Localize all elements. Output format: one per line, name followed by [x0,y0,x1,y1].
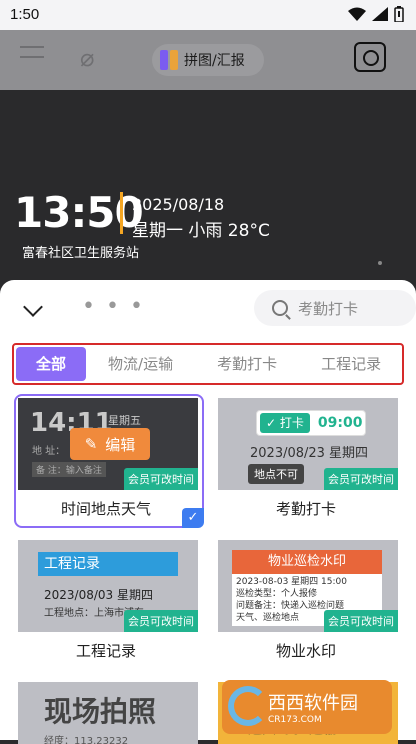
thumb-weekday: 星期五 [108,414,141,427]
template-card-attendance[interactable]: ✓ 打卡 09:00 2023/08/23 星期四 地点不可 会员可改时间 考勤… [214,394,398,524]
edit-label: 编辑 [105,435,136,454]
search-icon [272,300,288,316]
punch-pill: ✓ 打卡 09:00 [256,410,366,436]
template-thumbnail: ✓ 打卡 09:00 2023/08/23 星期四 地点不可 会员可改时间 [218,398,398,490]
thumb-line1: 地 址： [32,446,66,457]
more-options-button[interactable]: • • • [82,294,145,319]
template-card-time-place-weather[interactable]: 14:11 星期五 地 址： 备 注：输入备注 ✎ 编辑 会员可改时间 时间地点… [14,394,198,524]
member-badge: 会员可改时间 [324,468,398,490]
template-label: 工程记录 [75,642,136,660]
thumb-line2: 备 注：输入备注 [32,462,106,477]
template-search-input[interactable]: 考勤打卡 [254,290,416,326]
pencil-icon: ✎ [84,435,98,453]
tab-attendance[interactable]: 考勤打卡 [195,347,299,381]
thumb-line: 经度：113.23232 [44,736,129,744]
status-icons [348,6,404,22]
template-card-engineering-record[interactable]: 工程记录 2023/08/03 星期四 工程地点：上海市浦东... 会员可改时间… [14,536,198,666]
site-watermark-logo: 西西软件园 CR173.COM [222,680,392,734]
tab-all[interactable]: 全部 [16,347,87,381]
logo-c-icon [228,686,268,726]
thumb-line2: 巡检类型：个人报修 [236,589,318,599]
template-card-property-watermark[interactable]: 物业巡检水印 2023-08-03 星期四 15:00 巡检类型：个人报修 问题… [214,536,398,666]
menu-icon[interactable] [20,46,46,68]
member-badge: 会员可改时间 [324,610,398,632]
thumb-title: 工程记录 [38,552,178,576]
thumb-title: 现场拍照 [44,695,157,728]
battery-icon [394,6,404,22]
watermark-divider [120,192,123,234]
edit-template-button[interactable]: ✎ 编辑 [70,428,150,460]
template-label: 时间地点天气 [60,500,151,518]
punch-label: ✓ 打卡 [260,413,310,433]
tab-logistics[interactable]: 物流/运输 [86,347,195,381]
collage-icon [160,50,178,70]
watermark-weather: 星期一 小雨 28°C [132,221,270,241]
page-indicator [378,261,382,265]
signal-icon [372,7,388,21]
thumb-title: 物业巡检水印 [232,550,382,574]
watermark-time: 13:50 [14,188,144,237]
status-time: 1:50 [10,6,40,23]
thumb-line1: 2023-08-03 星期四 15:00 [236,577,347,587]
member-badge: 会员可改时间 [124,610,198,632]
thumb-location: 地点不可 [248,464,304,484]
search-placeholder: 考勤打卡 [298,299,359,318]
template-label: 考勤打卡 [275,500,336,518]
collapse-chevron-icon[interactable] [23,297,43,317]
collage-label: 拼图/汇报 [184,53,245,69]
member-badge: 会员可改时间 [124,468,198,490]
thumb-date: 2023/08/03 星期四 [44,588,153,602]
status-bar: 1:50 [0,0,416,30]
template-label: 物业水印 [275,642,336,660]
camera-topbar: ⌀ 拼图/汇报 [0,30,416,90]
template-thumbnail: 工程记录 2023/08/03 星期四 工程地点：上海市浦东... 会员可改时间 [18,540,198,632]
tab-engineering[interactable]: 工程记录 [299,347,402,381]
template-thumbnail: 现场拍照 经度：113.23232 [18,682,198,744]
switch-camera-icon[interactable] [354,42,386,72]
punch-time: 09:00 [317,415,363,431]
wifi-icon [348,7,366,21]
watermark-date: 2025/08/18 [132,195,225,214]
no-cloud-icon[interactable]: ⌀ [80,44,94,72]
collage-report-button[interactable]: 拼图/汇报 [152,44,264,76]
template-thumbnail: 物业巡检水印 2023-08-03 星期四 15:00 巡检类型：个人报修 问题… [218,540,398,632]
logo-url: CR173.COM [268,715,322,725]
thumb-date: 2023/08/23 星期四 [250,446,369,461]
template-thumbnail: 14:11 星期五 地 址： 备 注：输入备注 ✎ 编辑 会员可改时间 [18,398,198,490]
logo-name: 西西软件园 [268,693,358,714]
watermark-location: 富春社区卫生服务站 [22,246,140,261]
template-card-onsite-photo[interactable]: 现场拍照 经度：113.23232 [14,678,198,744]
category-tabs: 全部 物流/运输 考勤打卡 工程记录 [12,343,404,385]
